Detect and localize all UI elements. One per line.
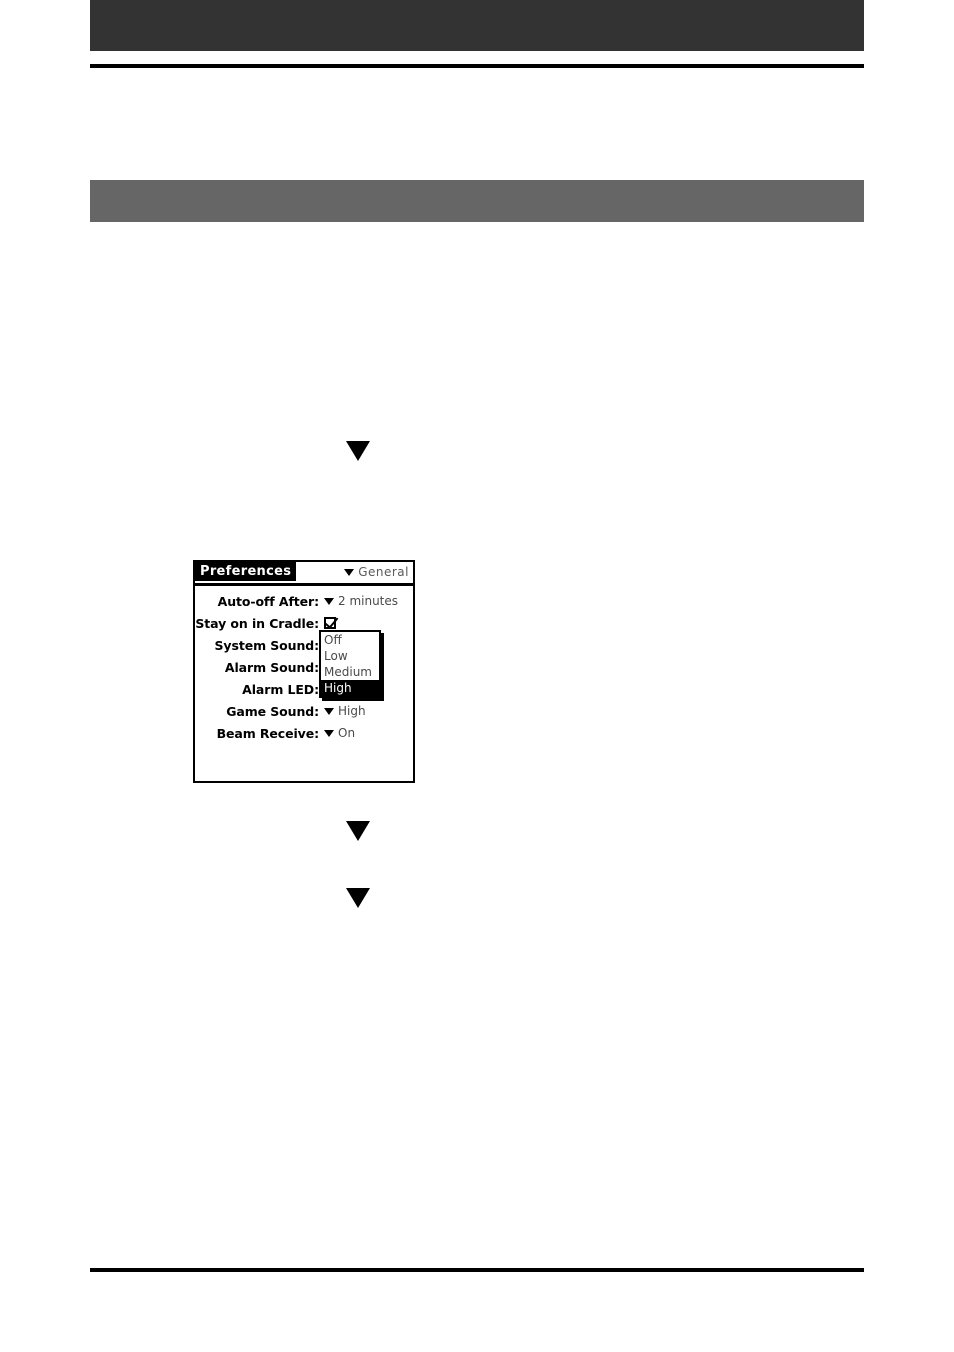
picker-auto-off-after[interactable]: 2 minutes bbox=[324, 594, 398, 608]
chevron-down-icon bbox=[324, 729, 334, 737]
value-auto-off-after: 2 minutes bbox=[338, 594, 399, 608]
popup-option-low[interactable]: Low bbox=[321, 648, 379, 664]
label-game-sound: Game Sound: bbox=[226, 703, 319, 719]
row-game-sound: Game Sound: High bbox=[195, 700, 413, 722]
checkbox-checked-icon bbox=[324, 617, 336, 629]
header-rule bbox=[90, 64, 864, 68]
label-alarm-led: Alarm LED: bbox=[242, 681, 319, 697]
device-titlebar: Preferences General bbox=[195, 562, 413, 586]
category-picker[interactable]: General bbox=[344, 565, 409, 579]
chevron-down-icon bbox=[344, 568, 355, 576]
picker-beam-receive[interactable]: On bbox=[324, 726, 355, 740]
row-auto-off-after: Auto-off After: 2 minutes bbox=[195, 590, 413, 612]
label-stay-on-in-cradle: Stay on in Cradle: bbox=[195, 615, 319, 631]
value-beam-receive: On bbox=[338, 726, 356, 740]
sound-level-popup[interactable]: Off Low Medium High bbox=[319, 630, 381, 698]
popup-option-off[interactable]: Off bbox=[321, 632, 379, 648]
device-screen: Preferences General Auto-off After: 2 mi… bbox=[193, 560, 415, 783]
label-beam-receive: Beam Receive: bbox=[216, 725, 320, 741]
chevron-down-icon bbox=[324, 707, 334, 715]
section-heading-band bbox=[90, 180, 864, 222]
picker-game-sound[interactable]: High bbox=[324, 704, 366, 718]
chevron-down-icon bbox=[324, 597, 334, 605]
down-triangle-icon bbox=[346, 888, 370, 908]
page-header-band bbox=[90, 0, 864, 51]
label-alarm-sound: Alarm Sound: bbox=[224, 659, 319, 675]
row-beam-receive: Beam Receive: On bbox=[195, 722, 413, 744]
category-label: General bbox=[358, 565, 409, 579]
popup-option-medium[interactable]: Medium bbox=[321, 664, 379, 680]
down-triangle-icon bbox=[346, 821, 370, 841]
app-title: Preferences bbox=[195, 562, 297, 581]
popup-option-high[interactable]: High bbox=[321, 680, 379, 696]
value-game-sound: High bbox=[338, 704, 366, 718]
down-triangle-icon bbox=[346, 441, 370, 461]
label-system-sound: System Sound: bbox=[214, 637, 320, 653]
label-auto-off-after: Auto-off After: bbox=[217, 593, 319, 609]
checkbox-stay-on-in-cradle[interactable] bbox=[324, 617, 336, 629]
footer-rule bbox=[90, 1268, 864, 1272]
